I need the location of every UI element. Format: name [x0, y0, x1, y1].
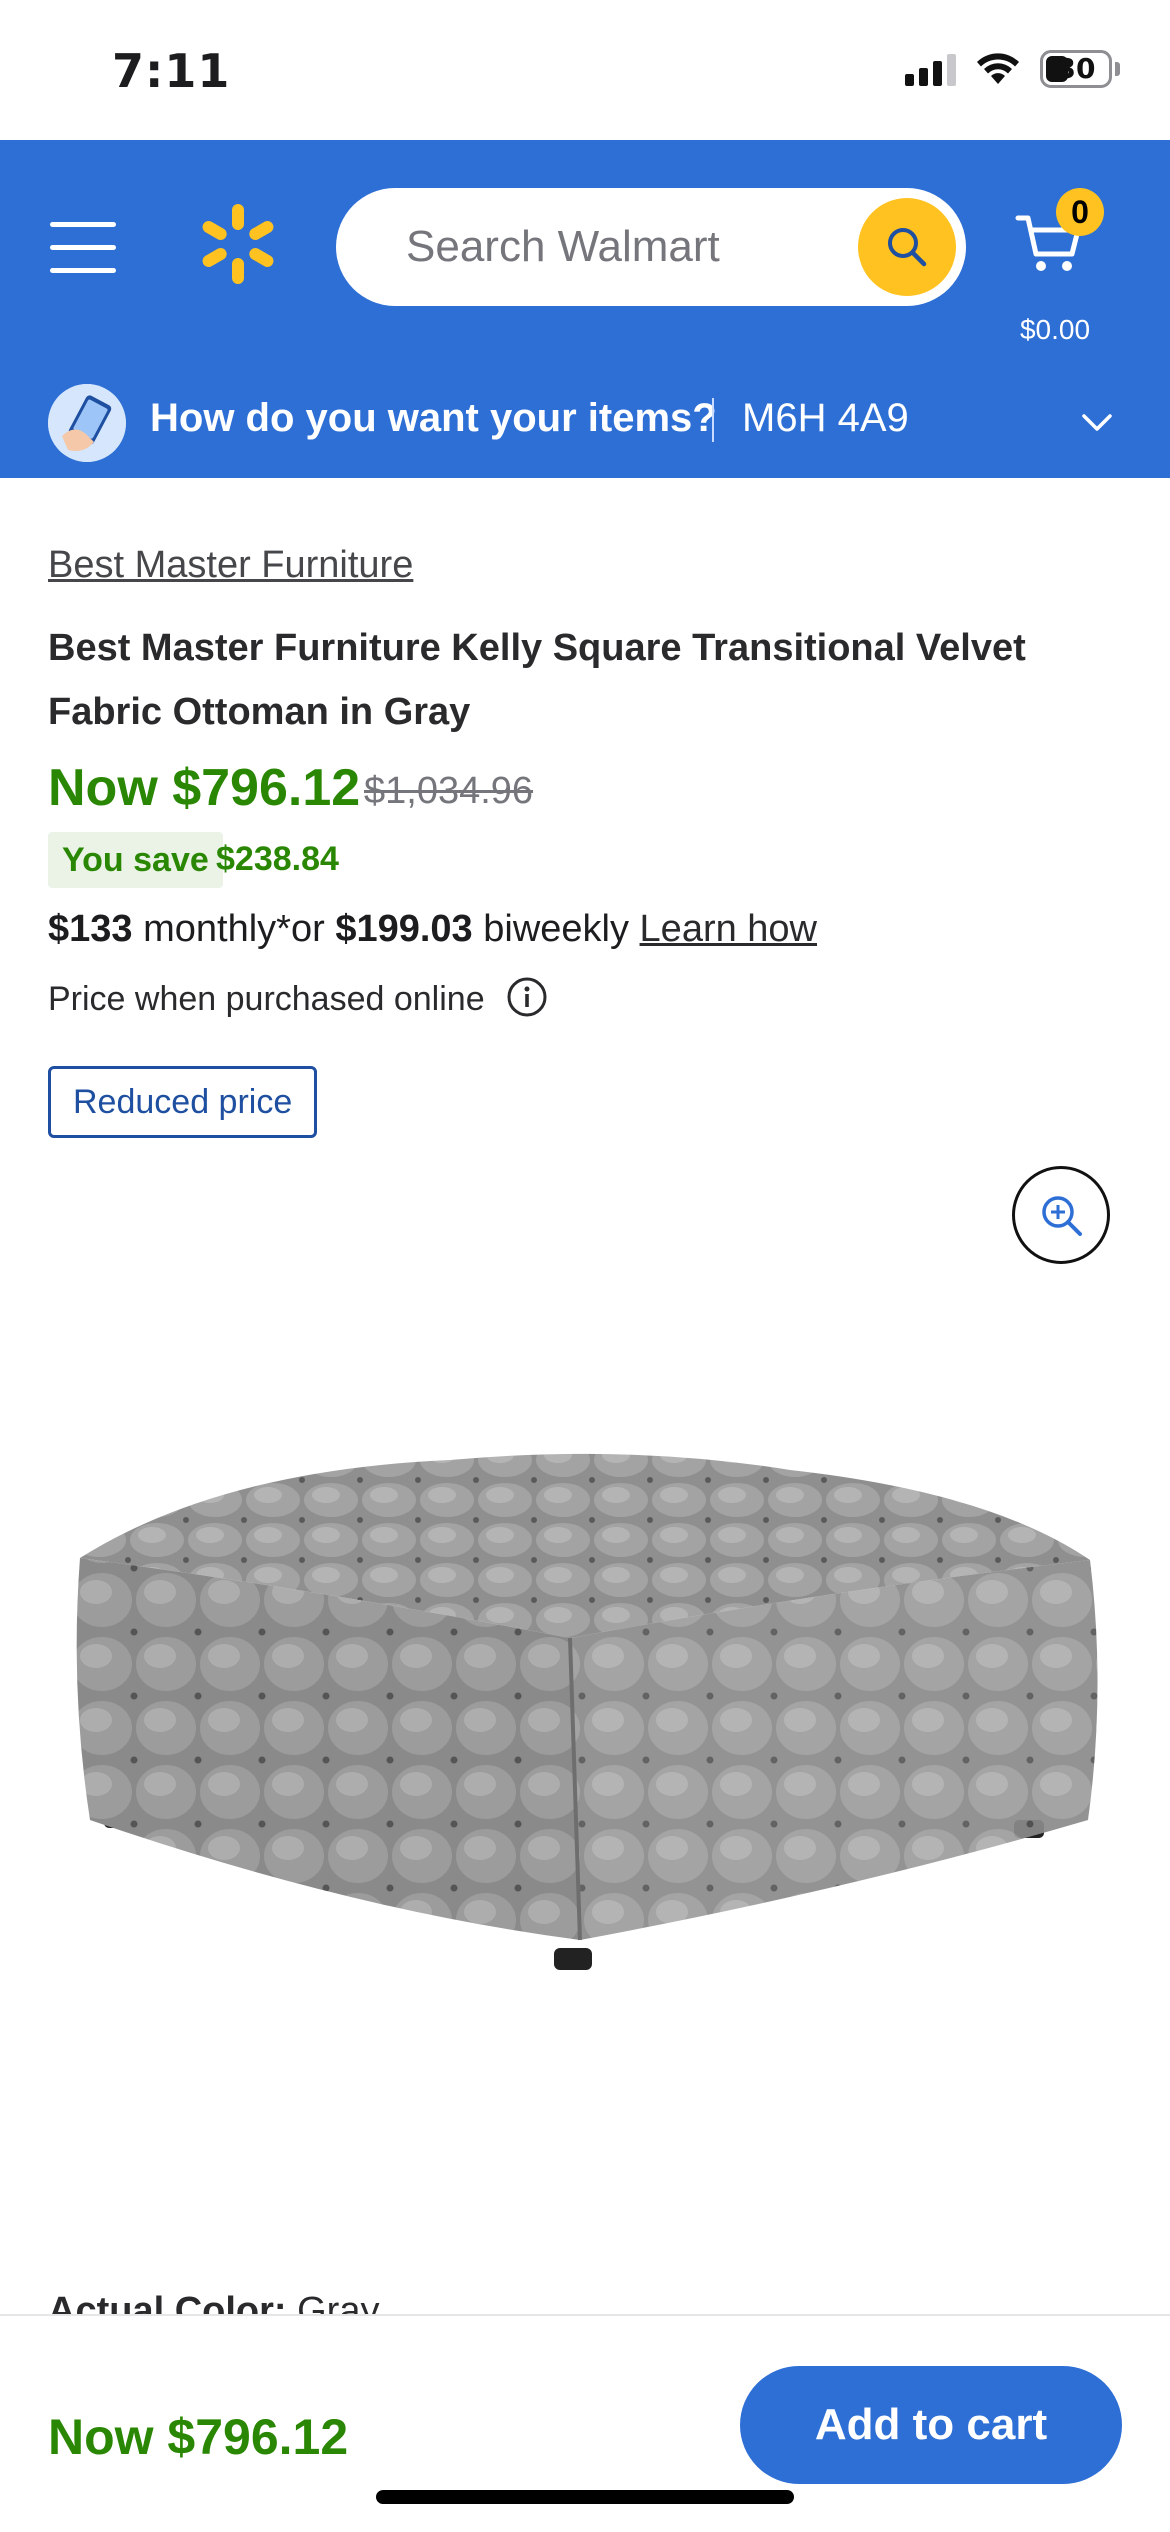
biweekly-label: biweekly	[483, 908, 629, 950]
menu-icon[interactable]	[50, 222, 116, 276]
product-title: Best Master Furniture Kelly Square Trans…	[48, 627, 1026, 733]
original-price: $1,034.96	[364, 770, 534, 812]
header: 0 $0.00 How do you want your items? M6H …	[0, 140, 1170, 478]
walmart-spark-icon[interactable]	[196, 202, 280, 286]
monthly-label: monthly*or	[143, 908, 325, 950]
postal-code: M6H 4A9	[742, 396, 909, 440]
fulfillment-icon	[48, 384, 126, 462]
save-amount: $238.84	[216, 840, 339, 878]
cart-count-badge: 0	[1056, 188, 1104, 236]
learn-how-link[interactable]: Learn how	[640, 908, 817, 950]
price-note: Price when purchased online	[48, 980, 485, 1018]
add-to-cart-button[interactable]: Add to cart	[740, 2366, 1122, 2484]
current-price: Now $796.12	[48, 759, 361, 817]
bottom-price: Now $796.12	[48, 2409, 349, 2465]
cellular-signal-icon	[905, 52, 956, 86]
search-icon	[888, 228, 927, 267]
home-indicator[interactable]	[376, 2490, 794, 2504]
search-button[interactable]	[858, 198, 956, 296]
search-bar	[336, 188, 966, 306]
fulfillment-question: How do you want your items?	[150, 396, 717, 440]
status-icons: 30	[905, 50, 1120, 88]
fulfillment-divider	[712, 398, 714, 442]
you-save-badge: You save	[48, 832, 223, 888]
battery-level: 30	[1056, 52, 1096, 85]
fulfillment-selector[interactable]: How do you want your items? M6H 4A9	[0, 368, 1170, 478]
battery-icon: 30	[1040, 50, 1112, 88]
zoom-button[interactable]	[1012, 1166, 1110, 1264]
monthly-amount: $133	[48, 908, 133, 950]
biweekly-amount: $199.03	[335, 908, 473, 950]
status-bar: 7:11 30	[0, 0, 1170, 140]
cart-total: $0.00	[1019, 314, 1091, 345]
battery-tip	[1115, 62, 1120, 76]
installment-info: $133 monthly*or $199.03 biweekly Learn h…	[48, 908, 817, 951]
cart-button[interactable]: 0 $0.00	[1010, 188, 1130, 345]
search-input[interactable]	[406, 188, 826, 306]
reduced-price-badge: Reduced price	[48, 1066, 318, 1138]
wifi-icon	[977, 53, 1019, 84]
status-time: 7:11	[112, 44, 231, 98]
product-image[interactable]	[70, 1440, 1100, 2000]
zoom-in-icon	[1042, 1196, 1082, 1236]
brand-link[interactable]: Best Master Furniture	[48, 544, 413, 587]
info-icon[interactable]	[506, 976, 548, 1018]
chevron-down-icon	[1082, 414, 1112, 431]
